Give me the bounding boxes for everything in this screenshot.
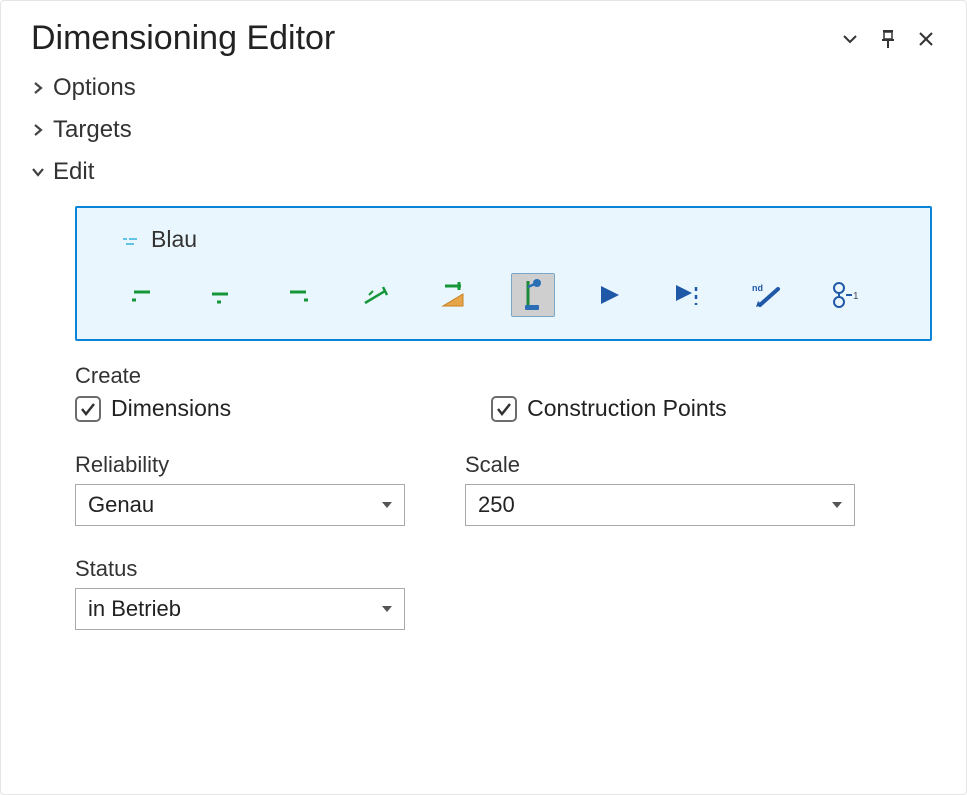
tool-edit-label[interactable]: nd (745, 273, 789, 317)
section-targets-label: Targets (53, 116, 132, 144)
checkmark-icon (79, 400, 97, 418)
status-field-group: Status in Betrieb (75, 556, 405, 630)
tool-marker-point[interactable] (589, 273, 633, 317)
panel-header: Dimensioning Editor (31, 19, 938, 58)
reliability-value: Genau (88, 492, 154, 518)
edit-node-icon: 1 (828, 280, 862, 310)
panel-header-controls (838, 27, 938, 51)
checkmark-icon (495, 400, 513, 418)
section-targets-header[interactable]: Targets (31, 112, 938, 148)
reliability-select[interactable]: Genau (75, 484, 405, 526)
checkbox-construction-points-label: Construction Points (527, 395, 726, 422)
dim-angle-icon (361, 281, 393, 309)
tool-palette: Blau (75, 206, 932, 341)
dim-baseline-3-icon (284, 283, 314, 307)
scale-value: 250 (478, 492, 515, 518)
pin-icon (879, 29, 897, 49)
style-indicator[interactable]: Blau (121, 226, 902, 253)
chevron-down-icon (841, 30, 859, 48)
reliability-label: Reliability (75, 452, 405, 478)
status-label: Status (75, 556, 405, 582)
scale-field-group: Scale 250 (465, 452, 855, 526)
dropdown-arrow-icon (382, 605, 392, 613)
panel-title: Dimensioning Editor (31, 19, 335, 58)
tool-dim-slope[interactable] (433, 273, 477, 317)
scale-label: Scale (465, 452, 855, 478)
close-icon (917, 30, 935, 48)
reliability-field-group: Reliability Genau (75, 452, 405, 526)
marker-point-icon (597, 282, 625, 308)
status-select[interactable]: in Betrieb (75, 588, 405, 630)
style-swatch-icon (121, 235, 137, 245)
dimensioning-editor-panel: Dimensioning Editor (0, 0, 967, 795)
tool-dim-baseline-3[interactable] (277, 273, 321, 317)
style-name-label: Blau (151, 226, 197, 253)
dim-baseline-2-icon (206, 283, 236, 307)
checkbox-construction-points-item: Construction Points (491, 395, 726, 422)
tool-dim-angle[interactable] (355, 273, 399, 317)
dim-vertical-icon (517, 277, 549, 313)
checkbox-dimensions-label: Dimensions (111, 395, 231, 422)
tool-row: nd 1 (121, 273, 902, 317)
checkbox-construction-points[interactable] (491, 396, 517, 422)
tool-dim-baseline-1[interactable] (121, 273, 165, 317)
section-edit-label: Edit (53, 158, 94, 186)
status-value: in Betrieb (88, 596, 181, 622)
chevron-down-icon (31, 165, 45, 179)
pin-button[interactable] (876, 27, 900, 51)
scale-select[interactable]: 250 (465, 484, 855, 526)
edit-body: Blau (31, 190, 938, 630)
section-targets: Targets (31, 112, 938, 148)
tool-edit-node[interactable]: 1 (823, 273, 867, 317)
section-options: Options (31, 70, 938, 106)
form-row-2: Status in Betrieb (75, 556, 938, 630)
dropdown-arrow-icon (382, 501, 392, 509)
edit-label-icon: nd (750, 281, 784, 309)
svg-text:1: 1 (853, 291, 859, 302)
checkbox-dimensions-item: Dimensions (75, 395, 231, 422)
tool-dim-vertical[interactable] (511, 273, 555, 317)
create-checkboxes: Dimensions Construction Points (75, 395, 938, 422)
section-edit-header[interactable]: Edit (31, 154, 938, 190)
tool-dim-baseline-2[interactable] (199, 273, 243, 317)
section-options-label: Options (53, 74, 136, 102)
marker-point-dashed-icon (672, 281, 706, 309)
section-options-header[interactable]: Options (31, 70, 938, 106)
dropdown-button[interactable] (838, 27, 862, 51)
checkbox-dimensions[interactable] (75, 396, 101, 422)
tool-marker-point-dashed[interactable] (667, 273, 711, 317)
svg-text:nd: nd (752, 283, 763, 293)
dim-baseline-1-icon (128, 283, 158, 307)
chevron-right-icon (31, 123, 45, 137)
chevron-right-icon (31, 81, 45, 95)
dim-slope-icon (439, 280, 471, 310)
create-label: Create (75, 363, 938, 389)
dropdown-arrow-icon (832, 501, 842, 509)
form-row-1: Reliability Genau Scale 250 (75, 452, 938, 526)
section-edit: Edit Blau (31, 154, 938, 630)
close-button[interactable] (914, 27, 938, 51)
